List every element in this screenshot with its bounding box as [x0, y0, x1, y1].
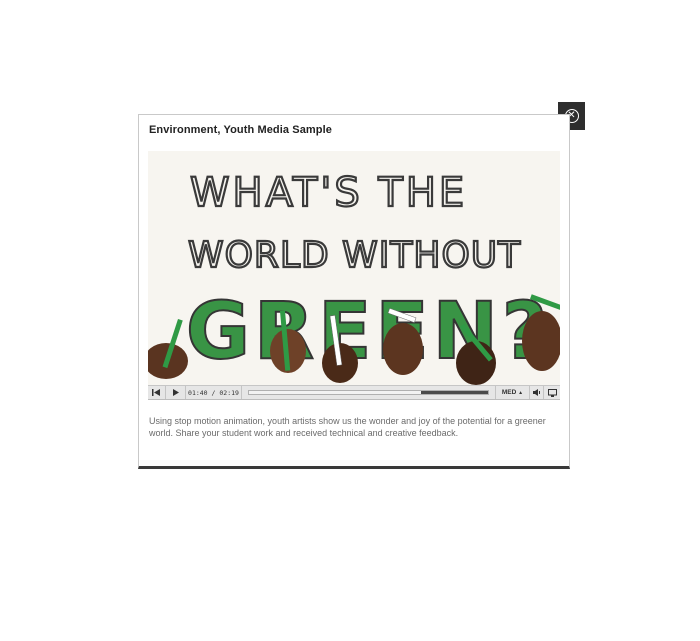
video-still: WHAT'S THE WORLD WITHOUT GREEN? [148, 151, 560, 385]
quality-label: MED [501, 389, 517, 396]
play-button[interactable] [166, 386, 186, 399]
rewind-icon [152, 389, 160, 396]
seek-bar[interactable] [242, 386, 496, 399]
frame-line2: WORLD WITHOUT [188, 235, 521, 276]
rewind-button[interactable] [148, 386, 166, 399]
frame-line3: GREEN? [186, 287, 551, 377]
seek-played [249, 391, 422, 394]
caret-up-icon: ▲ [518, 389, 524, 396]
duration: 02:19 [219, 388, 239, 397]
frame-line1: WHAT'S THE [190, 170, 467, 216]
time-display: 01:40 / 02:19 [186, 386, 242, 399]
volume-icon [532, 389, 540, 396]
seek-track[interactable] [248, 390, 489, 395]
time-separator: / [211, 388, 216, 397]
current-time: 01:40 [188, 388, 208, 397]
fullscreen-icon [547, 388, 557, 397]
video-frame[interactable]: WHAT'S THE WORLD WITHOUT GREEN? [148, 151, 560, 385]
video-modal: Environment, Youth Media Sample WHAT'S T… [138, 114, 570, 469]
volume-button[interactable] [530, 386, 544, 399]
quality-button[interactable]: MED ▲ [496, 386, 530, 399]
seek-remaining [421, 391, 488, 394]
play-icon [172, 389, 179, 396]
video-description: Using stop motion animation, youth artis… [149, 416, 546, 438]
video-controls: 01:40 / 02:19 MED ▲ [148, 385, 560, 400]
modal-title: Environment, Youth Media Sample [149, 124, 332, 136]
fullscreen-button[interactable] [544, 386, 560, 399]
